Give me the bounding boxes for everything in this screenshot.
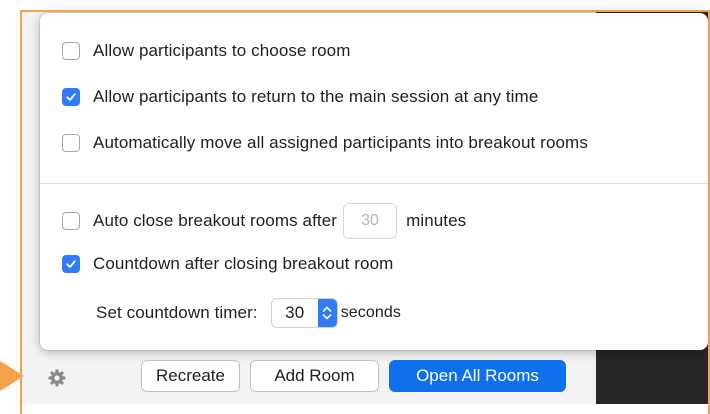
auto-close-unit: minutes	[406, 211, 467, 230]
countdown-timer-value: 30	[285, 303, 305, 322]
section-divider	[40, 183, 708, 184]
countdown-timer-stepper[interactable]: 30	[271, 299, 337, 327]
countdown-checkbox[interactable]	[62, 255, 80, 273]
choose-room-checkbox[interactable]	[62, 42, 80, 60]
checkmark-icon	[66, 93, 76, 101]
option-choose-room[interactable]: Allow participants to choose room	[62, 41, 350, 61]
chevron-up-down-icon[interactable]	[317, 299, 337, 327]
countdown-label: Countdown after closing breakout room	[93, 254, 394, 273]
option-return-main[interactable]: Allow participants to return to the main…	[62, 87, 538, 107]
auto-move-label: Automatically move all assigned particip…	[93, 133, 588, 152]
auto-close-label: Auto close breakout rooms after	[93, 211, 338, 230]
breakout-options-popup: Allow participants to choose room Allow …	[40, 13, 708, 350]
auto-close-minutes-input[interactable]	[343, 203, 398, 239]
option-countdown[interactable]: Countdown after closing breakout room	[62, 254, 393, 274]
return-main-label: Allow participants to return to the main…	[93, 87, 539, 106]
countdown-timer-unit: seconds	[340, 304, 401, 321]
choose-room-label: Allow participants to choose room	[93, 41, 351, 60]
countdown-timer-label: Set countdown timer:	[96, 303, 258, 322]
add-room-button[interactable]: Add Room	[250, 360, 379, 392]
return-main-checkbox[interactable]	[62, 88, 80, 106]
option-auto-close[interactable]: Auto close breakout rooms after minutes	[62, 203, 466, 239]
gear-icon[interactable]	[47, 368, 67, 388]
countdown-timer-row: Set countdown timer: 30 seconds	[96, 299, 401, 327]
auto-move-checkbox[interactable]	[62, 134, 80, 152]
open-all-rooms-button[interactable]: Open All Rooms	[389, 360, 566, 392]
recreate-button[interactable]: Recreate	[141, 360, 240, 392]
pointer-arrow-icon	[0, 361, 24, 391]
option-auto-move[interactable]: Automatically move all assigned particip…	[62, 133, 588, 153]
checkmark-icon	[66, 260, 76, 268]
auto-close-checkbox[interactable]	[62, 212, 80, 230]
